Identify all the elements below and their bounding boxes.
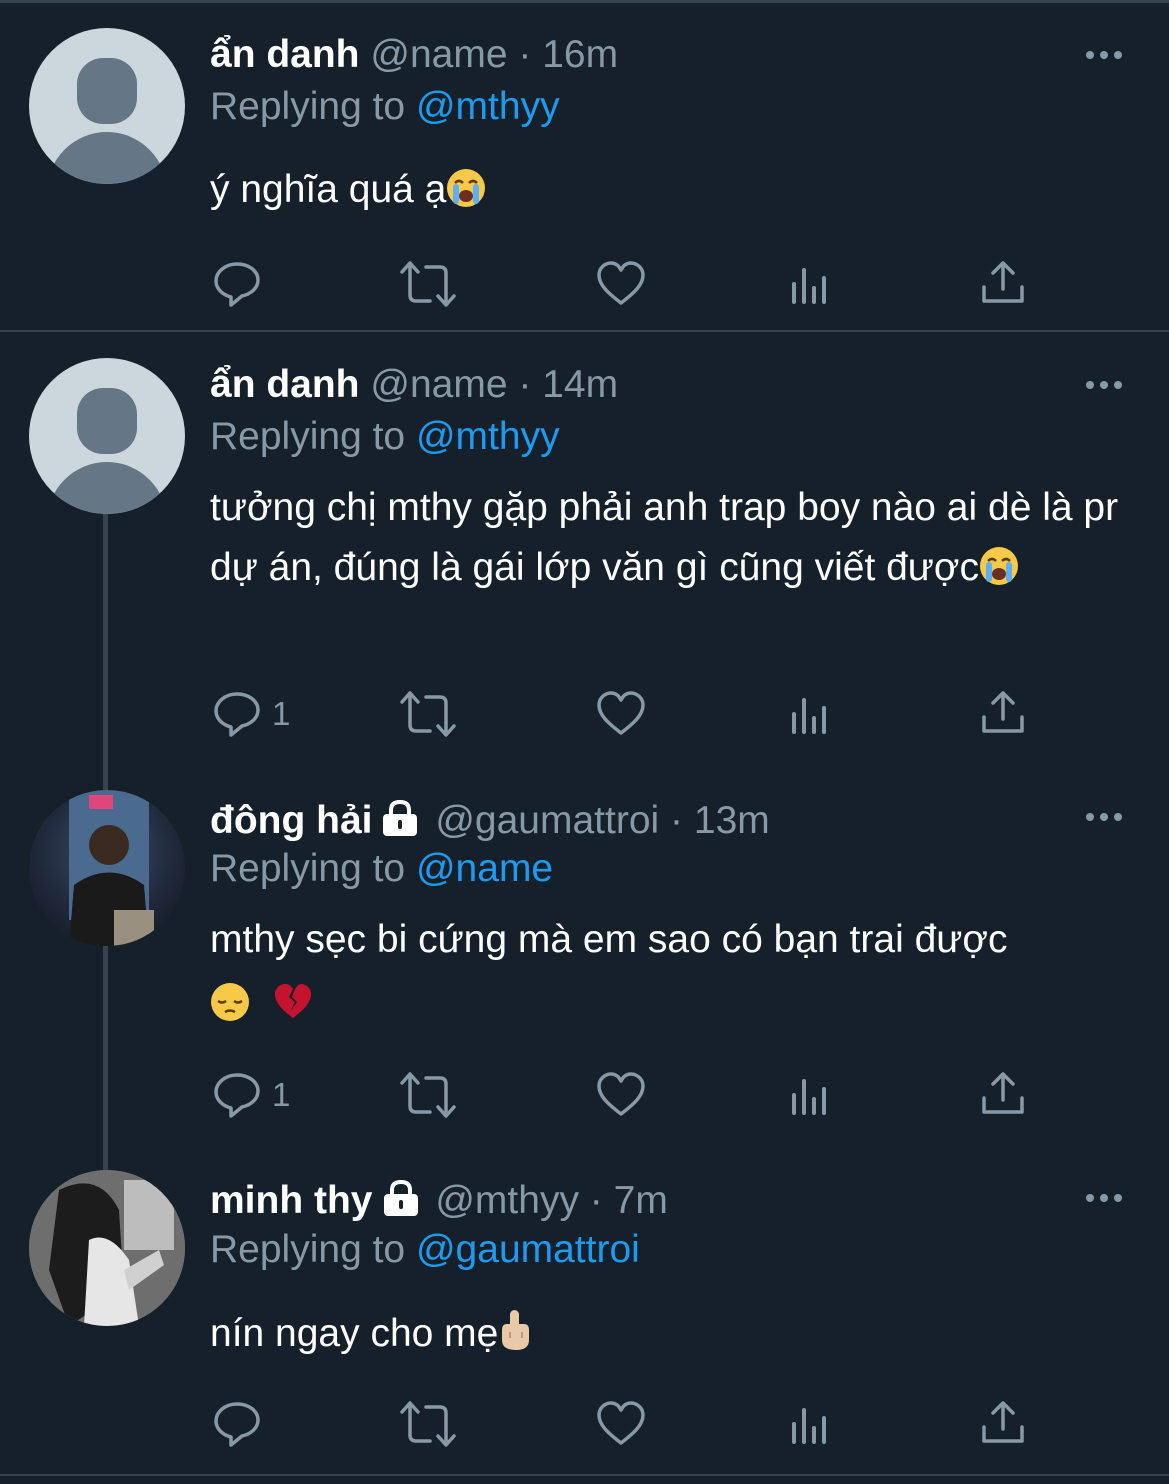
top-divider <box>0 0 1169 3</box>
timestamp[interactable]: 7m <box>614 1179 668 1222</box>
replying-to-link[interactable]: @name <box>416 847 553 890</box>
user-handle[interactable]: @name <box>370 33 507 76</box>
retweet-icon[interactable] <box>400 1399 460 1449</box>
retweet-icon[interactable] <box>400 689 460 739</box>
avatar[interactable] <box>29 28 185 184</box>
default-avatar-body <box>47 462 167 514</box>
like-icon[interactable] <box>596 1399 656 1449</box>
analytics-icon[interactable] <box>790 1073 850 1123</box>
loudly-crying-face-icon <box>446 167 486 225</box>
avatar[interactable] <box>29 358 185 514</box>
tweet-text-content: nín ngay cho mẹ <box>210 1312 499 1355</box>
display-name[interactable]: đông hải <box>210 799 372 842</box>
broken-heart-icon <box>273 978 313 1042</box>
like-icon[interactable] <box>596 259 656 309</box>
more-options-icon[interactable] <box>1086 378 1126 392</box>
reply-icon[interactable] <box>212 689 272 739</box>
profile-photo-icon <box>29 1170 185 1326</box>
tweet-text: ý nghĩa quá ạ <box>210 161 1140 225</box>
default-avatar-head <box>77 388 137 454</box>
replying-to-label: Replying to <box>210 415 406 458</box>
replying-to-label: Replying to <box>210 85 406 128</box>
loudly-crying-face-icon <box>979 544 1019 604</box>
replying-to-label: Replying to <box>210 847 406 890</box>
share-icon[interactable] <box>980 1399 1040 1449</box>
separator-dot: · <box>670 799 684 842</box>
tweet-text-content: ý nghĩa quá ạ <box>210 168 447 211</box>
replying-to-label: Replying to <box>210 1228 406 1271</box>
reply-icon[interactable] <box>212 1070 272 1120</box>
share-icon[interactable] <box>980 1070 1040 1120</box>
user-handle[interactable]: @gaumattroi <box>435 799 659 842</box>
analytics-icon[interactable] <box>790 262 850 312</box>
avatar[interactable] <box>29 1170 185 1326</box>
more-options-icon[interactable] <box>1086 48 1126 62</box>
timestamp[interactable]: 13m <box>694 799 770 842</box>
like-icon[interactable] <box>596 1070 656 1120</box>
separator-dot: · <box>589 1179 603 1222</box>
thread-connector <box>103 514 108 790</box>
like-icon[interactable] <box>596 689 656 739</box>
lock-icon <box>380 799 420 849</box>
more-options-icon[interactable] <box>1086 1191 1126 1205</box>
replying-to-link[interactable]: @mthyy <box>416 415 560 458</box>
avatar[interactable] <box>29 790 185 946</box>
default-avatar-head <box>77 58 137 124</box>
timestamp[interactable]: 16m <box>542 33 618 76</box>
thread-connector <box>103 946 108 1170</box>
user-handle[interactable]: @mthyy <box>435 1179 579 1222</box>
tweet-text: nín ngay cho mẹ <box>210 1305 1140 1369</box>
replying-to-link[interactable]: @gaumattroi <box>416 1228 640 1271</box>
tweet-text: tưởng chị mthy gặp phải anh trap boy nào… <box>210 478 1140 604</box>
tweet-header: minh thy @mthyy · 7m <box>210 1176 668 1226</box>
timestamp[interactable]: 14m <box>542 363 618 406</box>
analytics-icon[interactable] <box>790 1402 850 1452</box>
user-handle[interactable]: @name <box>370 363 507 406</box>
lock-icon <box>381 1179 421 1229</box>
replying-to: Replying to @mthyy <box>210 412 560 462</box>
replying-to-link[interactable]: @mthyy <box>416 85 560 128</box>
reply-count: 1 <box>272 1076 291 1113</box>
tweet-divider <box>0 330 1169 332</box>
tweet-header: đông hải @gaumattroi · 13m <box>210 796 770 846</box>
replying-to: Replying to @mthyy <box>210 82 560 132</box>
share-icon[interactable] <box>980 689 1040 739</box>
tweet-header: ẩn danh @name · 16m <box>210 30 618 80</box>
pensive-face-icon <box>210 978 250 1042</box>
reply-icon[interactable] <box>212 1399 272 1449</box>
display-name[interactable]: minh thy <box>210 1179 373 1222</box>
replying-to: Replying to @name <box>210 844 553 894</box>
replying-to: Replying to @gaumattroi <box>210 1225 640 1275</box>
reply-count: 1 <box>272 695 291 732</box>
tweet-text-content: mthy sẹc bi cứng mà em sao có bạn trai đ… <box>210 918 1008 961</box>
tweet-divider <box>0 1474 1169 1476</box>
analytics-icon[interactable] <box>790 692 850 742</box>
retweet-icon[interactable] <box>400 1070 460 1120</box>
display-name[interactable]: ẩn danh <box>210 33 360 76</box>
retweet-icon[interactable] <box>400 259 460 309</box>
share-icon[interactable] <box>980 259 1040 309</box>
more-options-icon[interactable] <box>1086 810 1126 824</box>
tweet-text: mthy sẹc bi cứng mà em sao có bạn trai đ… <box>210 908 1140 1042</box>
middle-finger-icon <box>498 1308 532 1369</box>
default-avatar-body <box>47 132 167 184</box>
separator-dot: · <box>518 363 532 406</box>
separator-dot: · <box>518 33 532 76</box>
display-name[interactable]: ẩn danh <box>210 363 360 406</box>
tweet-header: ẩn danh @name · 14m <box>210 360 618 410</box>
reply-icon[interactable] <box>212 259 272 309</box>
profile-photo-icon <box>69 790 154 946</box>
